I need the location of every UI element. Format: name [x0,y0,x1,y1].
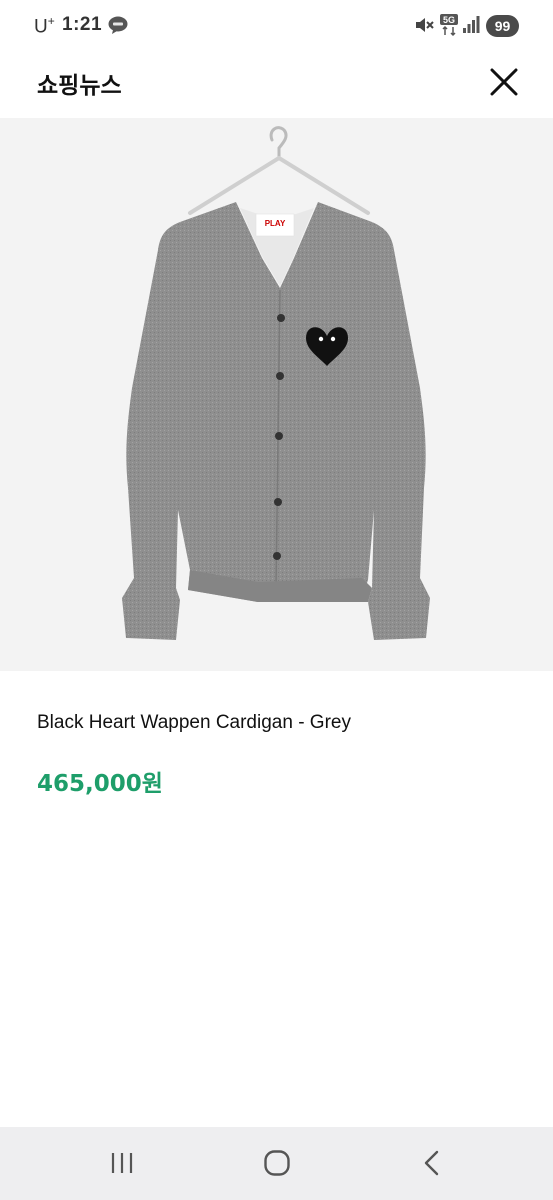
button-dot [275,432,283,440]
close-icon [490,68,518,96]
talk-icon [108,16,128,34]
app-header: 쇼핑뉴스 [0,52,553,118]
hanger-icon [188,126,370,215]
recent-apps-button[interactable] [102,1145,142,1181]
status-bar: U+ 1:21 5G 99 [0,0,553,52]
status-time: 1:21 [62,14,103,35]
button-dot [276,372,284,380]
home-icon [264,1150,290,1176]
cardigan-illustration: PLAY [122,126,430,640]
product-name: Black Heart Wappen Cardigan - Grey [37,712,351,733]
system-nav-bar [0,1127,553,1200]
button-dot [273,552,281,560]
svg-text:5G: 5G [443,15,455,25]
battery-indicator: 99 [486,15,519,37]
signal-icon [463,16,480,33]
label-brand: PLAY [265,219,286,228]
button-dot [274,498,282,506]
product-price: 465,000원 [37,771,163,797]
close-button[interactable] [484,62,524,102]
carrier-label: U+ [34,14,55,38]
product-image: PLAY [0,118,553,671]
mute-icon [416,18,434,32]
5g-network-icon: 5G [440,14,458,37]
back-button[interactable] [412,1145,452,1181]
recent-apps-icon [111,1153,133,1173]
button-dot [277,314,285,322]
back-icon [424,1150,439,1176]
home-button[interactable] [257,1145,297,1181]
page-title: 쇼핑뉴스 [37,73,122,99]
